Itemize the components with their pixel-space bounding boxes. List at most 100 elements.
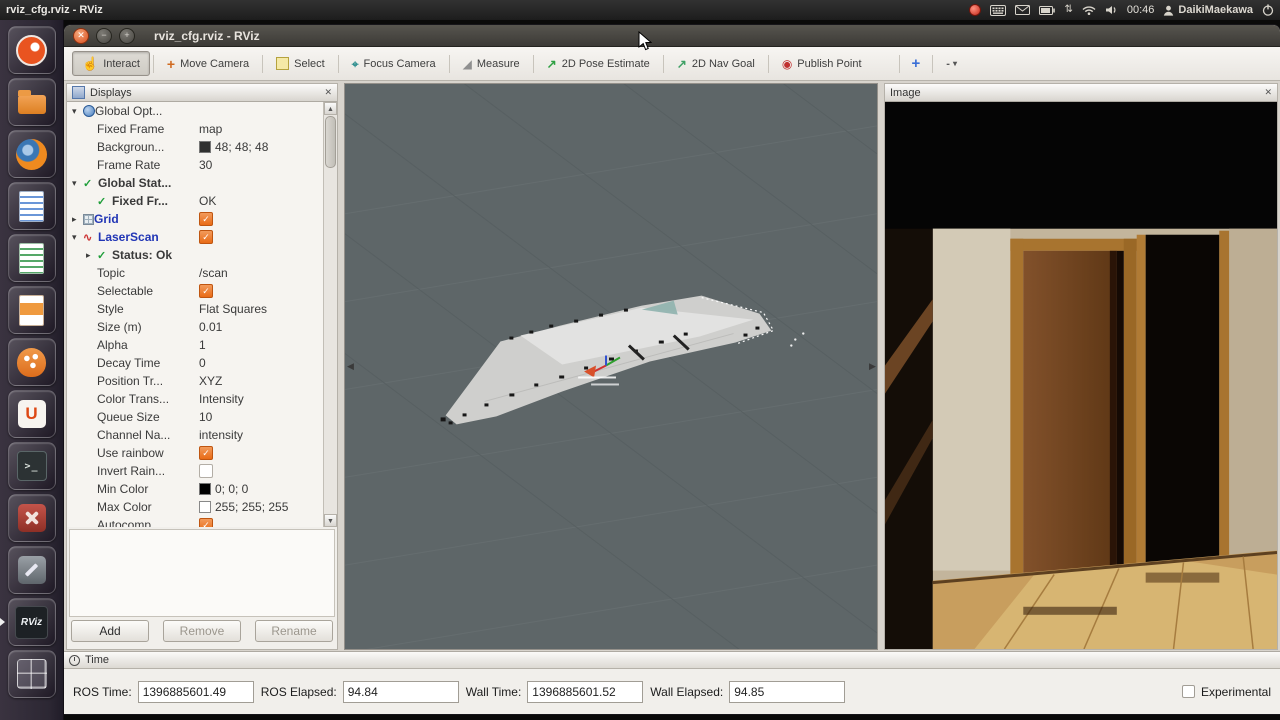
display-row-decay-time[interactable]: Decay Time 0 xyxy=(67,354,337,372)
clock[interactable]: 00:46 xyxy=(1127,4,1155,16)
3d-view[interactable] xyxy=(344,83,878,650)
property-value[interactable]: map xyxy=(199,122,323,136)
window-titlebar[interactable]: ✕ − + rviz_cfg.rviz - RViz xyxy=(64,25,1280,47)
time-panel-header[interactable]: Time xyxy=(64,652,1280,669)
property-value[interactable] xyxy=(199,464,323,478)
display-row-queue-size[interactable]: Queue Size 10 xyxy=(67,408,337,426)
display-row-fixed-frame[interactable]: Fixed Frame map xyxy=(67,120,337,138)
property-value[interactable]: Flat Squares xyxy=(199,302,323,316)
property-value[interactable]: XYZ xyxy=(199,374,323,388)
volume-icon[interactable] xyxy=(1105,5,1118,15)
property-value[interactable]: 1 xyxy=(199,338,323,352)
display-row-global-opt[interactable]: ▾ Global Opt... xyxy=(67,102,337,120)
expand-arrow-icon[interactable]: ▸ xyxy=(72,214,83,224)
property-value[interactable]: Intensity xyxy=(199,392,323,406)
display-row-frame-rate[interactable]: Frame Rate 30 xyxy=(67,156,337,174)
launcher-item-software-center[interactable] xyxy=(7,338,56,386)
property-value[interactable]: 255; 255; 255 xyxy=(199,500,323,514)
display-row-topic[interactable]: Topic/scan xyxy=(67,264,337,282)
launcher-item-dash-home[interactable] xyxy=(7,26,56,74)
wall-time-input[interactable] xyxy=(527,680,644,703)
property-value[interactable]: OK xyxy=(199,194,323,208)
checkbox-unchecked-icon[interactable] xyxy=(199,464,213,478)
display-row-max-color[interactable]: Max Color 255; 255; 255 xyxy=(67,498,337,516)
display-row-alpha[interactable]: Alpha 1 xyxy=(67,336,337,354)
tool-2d-nav-goal[interactable]: ↗ 2D Nav Goal xyxy=(667,52,765,76)
property-value[interactable]: intensity xyxy=(199,428,323,442)
property-value[interactable]: 0 xyxy=(199,356,323,370)
property-value[interactable]: ✓ xyxy=(199,284,323,298)
display-row-style[interactable]: Style Flat Squares xyxy=(67,300,337,318)
property-value[interactable]: 10 xyxy=(199,410,323,424)
close-icon[interactable]: ✕ xyxy=(324,88,332,97)
remove-tool-button[interactable]: - ▾ xyxy=(936,52,967,76)
property-value[interactable]: 0; 0; 0 xyxy=(199,482,323,496)
collapse-right-icon[interactable]: ▶ xyxy=(869,361,876,372)
launcher-item-ubuntu-one[interactable]: U xyxy=(7,390,56,438)
property-value[interactable]: 0.01 xyxy=(199,320,323,334)
launcher-item-libreoffice-writer[interactable] xyxy=(7,182,56,230)
launcher-item-files[interactable] xyxy=(7,78,56,126)
property-value[interactable]: ✓ xyxy=(199,230,323,244)
checkbox-checked-icon[interactable]: ✓ xyxy=(199,446,213,460)
ros-time-input[interactable] xyxy=(137,680,254,703)
display-row-color-trans[interactable]: Color Trans... Intensity xyxy=(67,390,337,408)
launcher-item-terminal[interactable]: >_ xyxy=(7,442,56,490)
display-row-min-color[interactable]: Min Color 0; 0; 0 xyxy=(67,480,337,498)
tool-select[interactable]: Select xyxy=(266,51,335,76)
tool-move-camera[interactable]: + Move Camera xyxy=(157,51,259,77)
window-maximize-button[interactable]: + xyxy=(119,27,135,44)
launcher-item-libreoffice-calc[interactable] xyxy=(7,234,56,282)
display-row-laserscan[interactable]: ▾ ∿ LaserScan ✓ xyxy=(67,228,337,246)
user-menu[interactable]: DaikiMaekawa xyxy=(1163,4,1253,16)
property-value[interactable]: ✓ xyxy=(199,446,323,460)
display-row-invert-rain[interactable]: Invert Rain... xyxy=(67,462,337,480)
tool-interact[interactable]: ☝ Interact xyxy=(72,51,150,76)
record-icon[interactable] xyxy=(969,4,982,16)
display-row-use-rainbow[interactable]: Use rainbow ✓ xyxy=(67,444,337,462)
property-value[interactable]: ✓ xyxy=(199,212,323,226)
collapse-left-icon[interactable]: ◀ xyxy=(347,361,354,372)
image-panel-header[interactable]: Image ✕ xyxy=(885,84,1277,102)
keyboard-icon[interactable] xyxy=(990,4,1007,16)
checkbox-checked-icon[interactable]: ✓ xyxy=(199,518,213,527)
display-row-size-m[interactable]: Size (m) 0.01 xyxy=(67,318,337,336)
property-value[interactable]: 48; 48; 48 xyxy=(199,140,323,154)
remove-display-button[interactable]: Remove xyxy=(163,620,241,642)
session-power-icon[interactable] xyxy=(1262,4,1274,16)
launcher-item-workspace-switcher[interactable] xyxy=(7,650,56,698)
property-value[interactable]: /scan xyxy=(199,266,323,280)
launcher-item-firefox[interactable] xyxy=(7,130,56,178)
sync-arrows-icon[interactable]: ⇅ xyxy=(1064,5,1072,15)
window-close-button[interactable]: ✕ xyxy=(73,27,89,44)
tool-focus-camera[interactable]: ⌖ Focus Camera xyxy=(342,52,446,76)
add-tool-button[interactable]: + xyxy=(903,51,930,76)
display-row-position-tr[interactable]: Position Tr... XYZ xyxy=(67,372,337,390)
property-value[interactable]: ✓ xyxy=(199,518,323,527)
mail-icon[interactable] xyxy=(1015,5,1031,15)
property-value[interactable]: 30 xyxy=(199,158,323,172)
expand-arrow-icon[interactable]: ▸ xyxy=(86,250,97,260)
add-display-button[interactable]: Add xyxy=(71,620,149,642)
display-row-global-stat[interactable]: ▾ ✓ Global Stat... xyxy=(67,174,337,192)
collapse-arrow-icon[interactable]: ▾ xyxy=(72,106,83,116)
checkbox-checked-icon[interactable]: ✓ xyxy=(199,212,213,226)
window-minimize-button[interactable]: − xyxy=(96,27,112,44)
wifi-icon[interactable] xyxy=(1082,5,1096,15)
launcher-item-system-settings[interactable] xyxy=(7,494,56,542)
collapse-arrow-icon[interactable]: ▾ xyxy=(72,232,83,242)
display-row-selectable[interactable]: Selectable ✓ xyxy=(67,282,337,300)
experimental-checkbox[interactable] xyxy=(1181,685,1195,698)
tool-publish-point[interactable]: ◉ Publish Point xyxy=(772,52,872,76)
tool-2d-pose-estimate[interactable]: ↗ 2D Pose Estimate xyxy=(537,52,660,76)
display-row-fixed-fr[interactable]: ✓ Fixed Fr... OK xyxy=(67,192,337,210)
launcher-item-rviz[interactable]: RViz xyxy=(0,598,56,646)
ros-elapsed-input[interactable] xyxy=(342,680,459,703)
checkbox-checked-icon[interactable]: ✓ xyxy=(199,230,213,244)
display-row-backgroun[interactable]: Backgroun... 48; 48; 48 xyxy=(67,138,337,156)
display-row-autocomp[interactable]: Autocomp... ✓ xyxy=(67,516,337,527)
launcher-item-screenshot-tool[interactable] xyxy=(7,546,56,594)
displays-panel-header[interactable]: Displays ✕ xyxy=(67,84,337,102)
rename-display-button[interactable]: Rename xyxy=(255,620,333,642)
wall-elapsed-input[interactable] xyxy=(729,680,846,703)
